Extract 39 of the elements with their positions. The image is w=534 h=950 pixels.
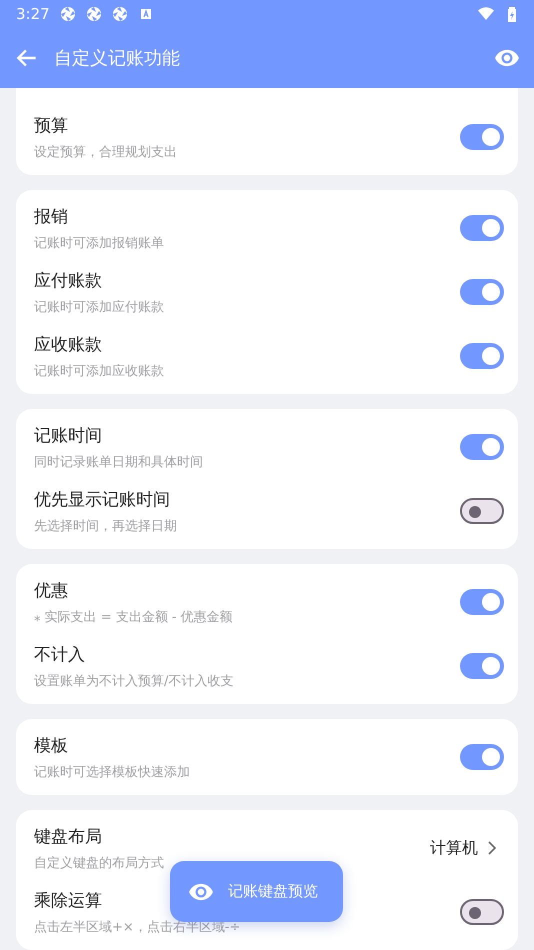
setting-description: 自定义键盘的布局方式 bbox=[34, 854, 164, 872]
selected-value[interactable]: 计算机 bbox=[430, 838, 478, 858]
toggle-switch[interactable] bbox=[460, 899, 504, 925]
toggle-switch[interactable] bbox=[460, 498, 504, 524]
setting-description: 记账时可添加报销账单 bbox=[34, 234, 164, 252]
setting-title: 键盘布局 bbox=[34, 826, 102, 848]
setting-title: 优先显示记账时间 bbox=[34, 488, 170, 510]
toggle-switch[interactable] bbox=[460, 124, 504, 150]
wifi-icon bbox=[478, 6, 494, 22]
setting-title: 应收账款 bbox=[34, 334, 102, 356]
setting-title: 优惠 bbox=[34, 580, 68, 602]
setting-description: 先选择时间，再选择日期 bbox=[34, 518, 177, 534]
notification-icon bbox=[112, 6, 128, 22]
setting-title: 预算 bbox=[34, 114, 68, 136]
page-title: 自定义记账功能 bbox=[54, 47, 181, 70]
toggle-switch[interactable] bbox=[460, 343, 504, 369]
toggle-switch[interactable] bbox=[460, 653, 504, 679]
setting-description: 设置账单为不计入预算/不计入收支 bbox=[34, 672, 234, 690]
notification-icon bbox=[86, 6, 102, 22]
setting-title: 乘除运算 bbox=[34, 890, 102, 912]
setting-title: 报销 bbox=[34, 206, 68, 228]
toggle-switch[interactable] bbox=[460, 215, 504, 241]
notification-icon bbox=[60, 6, 76, 22]
toggle-switch[interactable] bbox=[460, 744, 504, 770]
setting-description: 记账时可选择模板快速添加 bbox=[34, 764, 190, 780]
toggle-switch[interactable] bbox=[460, 589, 504, 615]
setting-title: 应付账款 bbox=[34, 270, 102, 292]
status-time: 3:27 bbox=[16, 5, 50, 23]
setting-description: 同时记录账单日期和具体时间 bbox=[34, 454, 203, 470]
setting-title: 模板 bbox=[34, 734, 68, 756]
toggle-switch[interactable] bbox=[460, 434, 504, 460]
setting-title: 不计入 bbox=[34, 644, 85, 666]
setting-description: ⁎ 实际支出 = 支出金额 - 优惠金额 bbox=[34, 608, 233, 626]
chevron-right-icon bbox=[486, 841, 498, 855]
toggle-switch[interactable] bbox=[460, 279, 504, 305]
setting-description: 设定预算，合理规划支出 bbox=[34, 144, 177, 160]
setting-title: 记账时间 bbox=[34, 424, 102, 446]
setting-description: 记账时可添加应付账款 bbox=[34, 298, 164, 316]
setting-description: 记账时可添加应收账款 bbox=[34, 362, 164, 380]
